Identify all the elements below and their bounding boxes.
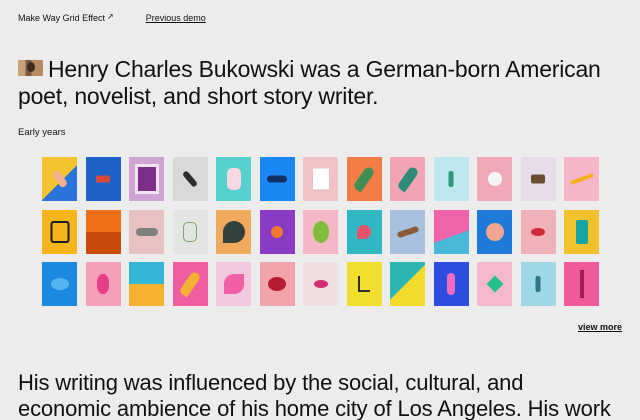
pencil-shape [569,173,594,185]
flamingo-shape [357,224,371,239]
grid-image-1-7[interactable] [303,157,338,201]
grid-image-2-6[interactable] [259,209,295,254]
lips-shape [313,280,328,288]
bottle-shape [226,168,241,190]
frame-shape [134,164,159,194]
grid-image-3-7[interactable] [303,262,338,306]
leaf-shape [178,270,202,298]
image-grid [42,157,599,306]
grid-image-2-4[interactable] [172,209,208,254]
fruit-shape [271,225,283,238]
shoe-shape [267,175,287,183]
grid-image-3-8[interactable] [346,262,382,306]
grid-image-1-10[interactable] [433,157,469,201]
grid-image-2-10[interactable] [433,209,469,254]
grid-image-1-6[interactable] [259,157,295,201]
grid-image-3-10[interactable] [433,262,469,306]
grid-image-2-9[interactable] [390,209,425,254]
cigar-shape [396,225,419,238]
view-more-link[interactable]: view more [578,322,622,332]
grid-image-1-3[interactable] [129,157,164,201]
headline: Henry Charles Bukowski was a German-born… [18,56,618,110]
site-title-link[interactable]: Make Way Grid Effect ↗ [18,12,114,24]
post-shape [579,270,584,298]
leaf-shape [352,165,376,193]
hand-shape [51,169,68,189]
grid-image-1-5[interactable] [216,157,251,201]
grid-image-3-2[interactable] [85,262,121,306]
grid-image-1-4[interactable] [172,157,208,201]
blob-shape [50,278,69,290]
grid-image-2-7[interactable] [303,209,338,254]
site-title: Make Way Grid Effect [18,13,106,23]
grid-image-2-8[interactable] [346,209,382,254]
grid-image-1-2[interactable] [85,157,121,201]
body-paragraph: His writing was influenced by the social… [18,370,611,420]
object-shape [96,175,110,183]
tool-shape [181,170,199,188]
grid-image-3-5[interactable] [216,262,251,306]
figure-shape [535,276,541,292]
grid-image-2-1[interactable] [42,209,77,254]
sneaker-shape [135,227,158,236]
grid-image-1-1[interactable] [42,157,77,201]
grid-image-3-4[interactable] [172,262,208,306]
door-shape [575,219,588,244]
grid-image-2-13[interactable] [564,209,599,254]
grid-image-1-11[interactable] [477,157,512,201]
pineapple-shape [97,274,109,294]
headline-text: Henry Charles Bukowski was a German-born… [18,56,601,109]
grid-image-3-13[interactable] [564,262,599,306]
card-shape [312,168,329,190]
grid-image-3-11[interactable] [477,262,512,306]
flower-shape [485,222,504,241]
external-link-arrow-icon: ↗ [107,12,114,21]
grid-image-3-12[interactable] [520,262,556,306]
window-shape [486,275,503,293]
grid-image-1-12[interactable] [520,157,556,201]
section-label: Early years [18,127,66,138]
petal-shape [223,274,244,294]
grid-image-1-13[interactable] [564,157,599,201]
camera-shape [531,174,545,184]
chair-shape [358,276,370,292]
page: Make Way Grid Effect ↗ Previous demo Hen… [0,0,640,420]
gameboy-shape [50,220,69,243]
avocado-shape [312,220,329,243]
grid-image-3-9[interactable] [390,262,425,306]
lips-shape [531,227,545,236]
shadow-shape [268,277,286,291]
bottle-shape [447,273,455,295]
top-nav: Make Way Grid Effect ↗ Previous demo [18,12,206,24]
grid-image-2-2[interactable] [85,209,121,254]
grid-image-3-6[interactable] [259,262,295,306]
grid-image-3-1[interactable] [42,262,77,306]
monstera-shape [222,220,245,243]
grid-image-1-8[interactable] [346,157,382,201]
grid-image-2-12[interactable] [520,209,556,254]
grid-image-3-3[interactable] [129,262,164,306]
grid-image-2-5[interactable] [216,209,251,254]
figure-shape [448,171,454,187]
leaf-shape [395,165,420,193]
glass-shape [183,221,197,242]
grid-image-2-3[interactable] [129,209,164,254]
grid-image-2-11[interactable] [477,209,512,254]
portrait-thumbnail [18,60,43,76]
previous-demo-link[interactable]: Previous demo [146,12,206,24]
cup-shape [487,172,502,186]
grid-image-1-9[interactable] [390,157,425,201]
